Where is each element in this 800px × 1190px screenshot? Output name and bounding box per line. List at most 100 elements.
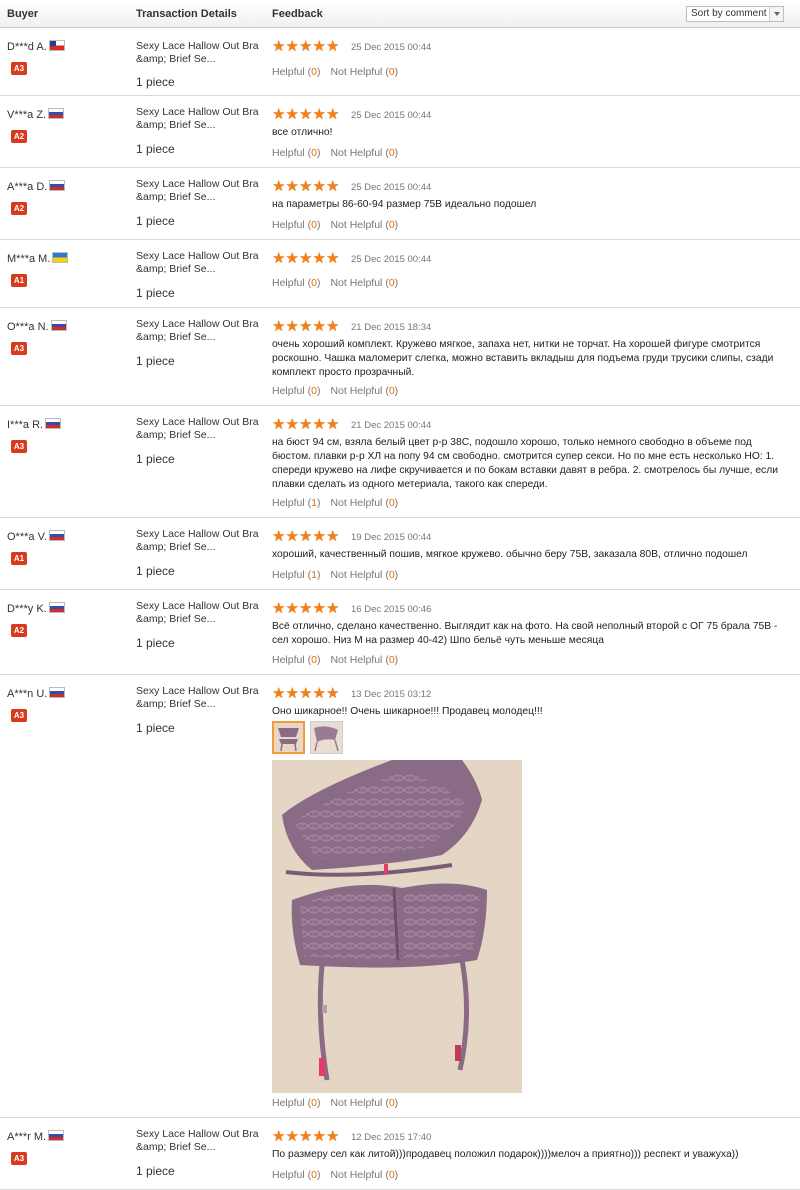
quantity: 1 piece xyxy=(136,354,175,368)
not-helpful-button[interactable]: Not Helpful (0) xyxy=(330,1169,398,1181)
buyer-level-badge: A1 xyxy=(11,274,27,287)
product-link[interactable]: Sexy Lace Hallow Out Bra &amp; Brief Se.… xyxy=(136,40,261,66)
star-icon: ★ xyxy=(285,600,299,617)
star-icon: ★ xyxy=(312,318,326,335)
not-helpful-button[interactable]: Not Helpful (0) xyxy=(330,385,398,397)
product-link[interactable]: Sexy Lace Hallow Out Bra &amp; Brief Se.… xyxy=(136,178,261,204)
buyer-name: D***y K. xyxy=(7,602,65,615)
helpful-button[interactable]: Helpful (0) xyxy=(272,147,320,159)
helpful-votes: Helpful (0) Not Helpful (0) xyxy=(272,654,398,666)
country-flag-icon xyxy=(48,530,65,541)
star-icon: ★ xyxy=(299,38,313,55)
feedback-row: D***y K. A2 Sexy Lace Hallow Out Bra &am… xyxy=(0,590,800,675)
not-helpful-button[interactable]: Not Helpful (0) xyxy=(330,1097,398,1109)
star-icon: ★ xyxy=(285,250,299,267)
product-link[interactable]: Sexy Lace Hallow Out Bra &amp; Brief Se.… xyxy=(136,318,261,344)
review-photo-thumbnail[interactable] xyxy=(272,721,305,754)
star-icon: ★ xyxy=(312,1128,326,1145)
buyer-level-badge: A1 xyxy=(11,552,27,565)
star-rating: ★ ★ ★ ★ ★ xyxy=(272,106,340,123)
star-icon: ★ xyxy=(312,685,326,702)
buyer-name: O***a N. xyxy=(7,320,67,333)
helpful-button[interactable]: Helpful (0) xyxy=(272,1169,320,1181)
star-icon: ★ xyxy=(299,250,313,267)
country-flag-icon xyxy=(45,418,62,429)
star-rating: ★ ★ ★ ★ ★ xyxy=(272,318,340,335)
star-rating: ★ ★ ★ ★ ★ xyxy=(272,528,340,545)
helpful-votes: Helpful (1) Not Helpful (0) xyxy=(272,569,398,581)
helpful-button[interactable]: Helpful (0) xyxy=(272,1097,320,1109)
sort-select-value: Sort by comment xyxy=(691,8,767,19)
product-link[interactable]: Sexy Lace Hallow Out Bra &amp; Brief Se.… xyxy=(136,1128,261,1154)
feedback-comment: хороший, качественный пошив, мягкое круж… xyxy=(272,549,748,560)
not-helpful-button[interactable]: Not Helpful (0) xyxy=(330,147,398,159)
feedback-row: A***n U. A3 Sexy Lace Hallow Out Bra &am… xyxy=(0,675,800,1118)
star-icon: ★ xyxy=(326,600,340,617)
product-link[interactable]: Sexy Lace Hallow Out Bra &amp; Brief Se.… xyxy=(136,416,261,442)
buyer-level-badge: A3 xyxy=(11,342,27,355)
country-flag-icon xyxy=(52,252,69,263)
feedback-date: 16 Dec 2015 00:46 xyxy=(351,604,432,615)
country-flag-icon xyxy=(50,320,67,331)
star-icon: ★ xyxy=(312,178,326,195)
not-helpful-button[interactable]: Not Helpful (0) xyxy=(330,654,398,666)
not-helpful-button[interactable]: Not Helpful (0) xyxy=(330,219,398,231)
feedback-date: 21 Dec 2015 00:44 xyxy=(351,420,432,431)
helpful-button[interactable]: Helpful (0) xyxy=(272,219,320,231)
star-icon: ★ xyxy=(285,178,299,195)
buyer-level-badge: A2 xyxy=(11,202,27,215)
not-helpful-button[interactable]: Not Helpful (0) xyxy=(330,497,398,509)
feedback-date: 25 Dec 2015 00:44 xyxy=(351,42,432,53)
star-icon: ★ xyxy=(285,1128,299,1145)
helpful-button[interactable]: Helpful (0) xyxy=(272,66,320,78)
feedback-comment: Оно шикарное!! Очень шикарное!!! Продаве… xyxy=(272,706,543,717)
star-icon: ★ xyxy=(326,38,340,55)
sort-select[interactable]: Sort by comment xyxy=(686,6,784,22)
feedback-comment: все отлично! xyxy=(272,127,333,138)
helpful-votes: Helpful (0) Not Helpful (0) xyxy=(272,147,398,159)
star-icon: ★ xyxy=(285,106,299,123)
star-icon: ★ xyxy=(326,528,340,545)
quantity: 1 piece xyxy=(136,564,175,578)
star-icon: ★ xyxy=(326,1128,340,1145)
quantity: 1 piece xyxy=(136,142,175,156)
not-helpful-button[interactable]: Not Helpful (0) xyxy=(330,66,398,78)
feedback-comment: очень хороший комплект. Кружево мягкое, … xyxy=(272,339,774,378)
star-icon: ★ xyxy=(272,38,286,55)
not-helpful-button[interactable]: Not Helpful (0) xyxy=(330,569,398,581)
helpful-button[interactable]: Helpful (0) xyxy=(272,654,320,666)
helpful-button[interactable]: Helpful (1) xyxy=(272,569,320,581)
star-icon: ★ xyxy=(285,528,299,545)
star-icon: ★ xyxy=(312,106,326,123)
lingerie-photo xyxy=(272,760,522,1093)
star-icon: ★ xyxy=(312,600,326,617)
review-photo-thumbnail[interactable] xyxy=(310,721,343,754)
feedback-row: I***a R. A3 Sexy Lace Hallow Out Bra &am… xyxy=(0,406,800,518)
star-icon: ★ xyxy=(272,250,286,267)
country-flag-icon xyxy=(48,602,65,613)
star-icon: ★ xyxy=(272,600,286,617)
star-icon: ★ xyxy=(272,318,286,335)
helpful-button[interactable]: Helpful (0) xyxy=(272,385,320,397)
product-link[interactable]: Sexy Lace Hallow Out Bra &amp; Brief Se.… xyxy=(136,600,261,626)
quantity: 1 piece xyxy=(136,214,175,228)
buyer-level-badge: A3 xyxy=(11,709,27,722)
star-icon: ★ xyxy=(272,106,286,123)
buyer-name: A***a D. xyxy=(7,180,66,193)
product-link[interactable]: Sexy Lace Hallow Out Bra &amp; Brief Se.… xyxy=(136,250,261,276)
helpful-button[interactable]: Helpful (1) xyxy=(272,497,320,509)
star-icon: ★ xyxy=(312,250,326,267)
star-icon: ★ xyxy=(326,250,340,267)
not-helpful-button[interactable]: Not Helpful (0) xyxy=(330,277,398,289)
product-link[interactable]: Sexy Lace Hallow Out Bra &amp; Brief Se.… xyxy=(136,685,261,711)
helpful-votes: Helpful (0) Not Helpful (0) xyxy=(272,1097,398,1109)
chevron-down-icon[interactable] xyxy=(769,7,783,21)
star-icon: ★ xyxy=(299,106,313,123)
feedback-date: 21 Dec 2015 18:34 xyxy=(351,322,432,333)
quantity: 1 piece xyxy=(136,636,175,650)
review-photo-large[interactable] xyxy=(272,760,522,1093)
helpful-button[interactable]: Helpful (0) xyxy=(272,277,320,289)
product-link[interactable]: Sexy Lace Hallow Out Bra &amp; Brief Se.… xyxy=(136,106,261,132)
star-icon: ★ xyxy=(299,318,313,335)
product-link[interactable]: Sexy Lace Hallow Out Bra &amp; Brief Se.… xyxy=(136,528,261,554)
